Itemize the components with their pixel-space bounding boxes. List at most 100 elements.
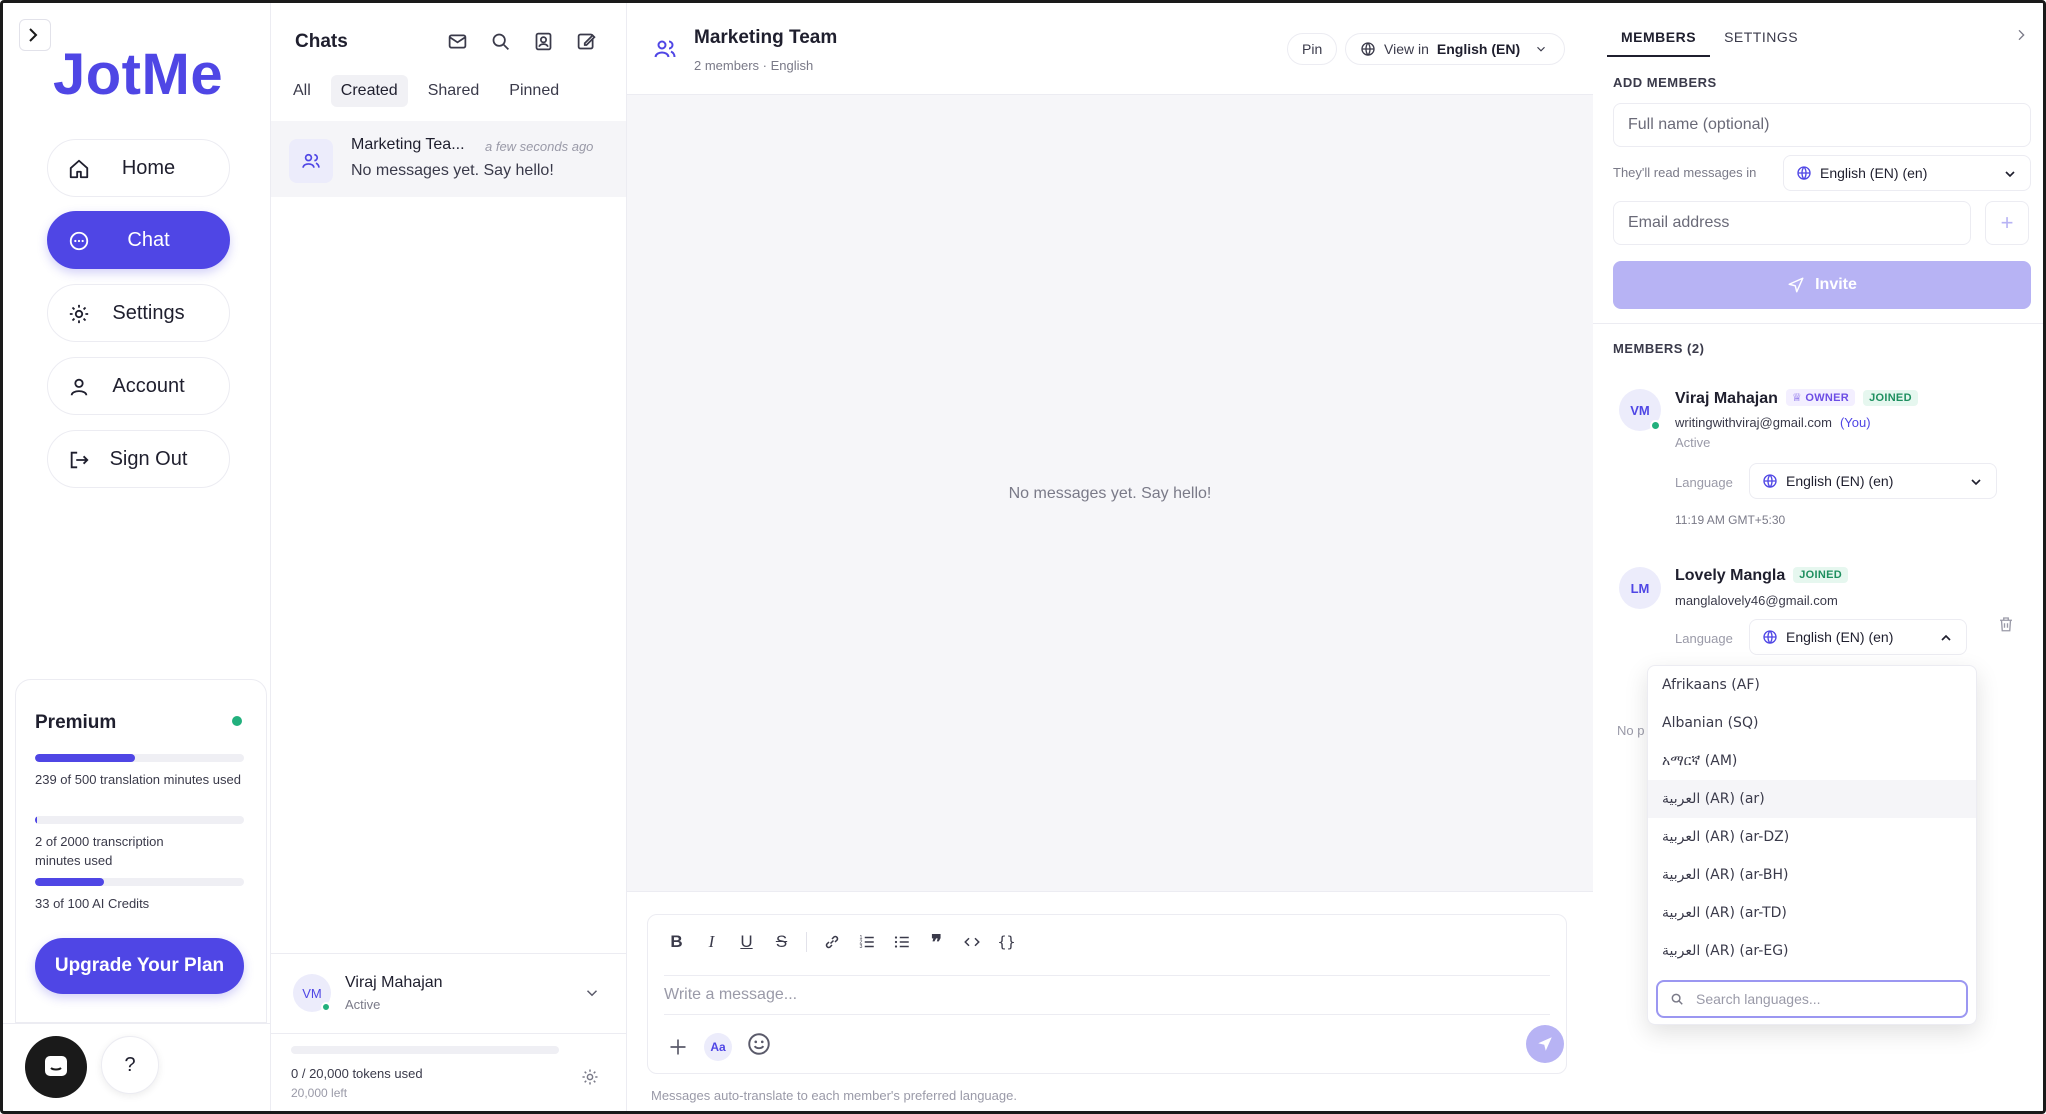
current-user-switcher[interactable]: VM Viraj Mahajan Active [271,953,626,1033]
invite-button[interactable]: Invite [1613,261,2031,309]
globe-icon [1361,42,1375,56]
bold-icon[interactable]: B [666,931,687,952]
avatar-initials: VM [1630,402,1650,418]
text-style-button[interactable]: Aa [704,1032,732,1061]
language-option[interactable]: العربية (AR) (ar-DZ) [1648,818,1976,856]
app-window: JotMe Home Chat Settings Account Sign Ou… [0,0,2046,1114]
sidebar-item-account[interactable]: Account [47,357,230,415]
search-icon[interactable] [490,31,511,52]
hidden-behind-dropdown-text: No p [1617,723,1645,738]
full-name-input[interactable] [1613,103,2031,147]
sidebar-item-label: Chat [127,228,170,251]
code-block-icon[interactable]: {} [996,931,1017,952]
filter-all[interactable]: All [283,75,321,107]
code-icon[interactable] [961,931,982,952]
add-email-button[interactable]: + [1985,201,2029,245]
tokens-left-text: 20,000 left [291,1086,348,1100]
sidebar-item-sign-out[interactable]: Sign Out [47,430,230,488]
composer-hint: Messages auto-translate to each member's… [651,1088,1017,1103]
joined-badge: JOINED [1863,390,1918,406]
filter-shared[interactable]: Shared [418,75,490,107]
section-divider [1593,323,2043,324]
language-option[interactable]: العربية (AR) (ar) [1648,780,1976,818]
tokens-used-text: 0 / 20,000 tokens used [291,1066,423,1081]
avatar-initials: VM [302,985,322,1001]
member-email-text: writingwithviraj@gmail.com [1675,415,1832,430]
globe-icon [1763,474,1777,488]
compose-icon[interactable] [576,31,597,52]
language-option[interactable]: አማርኛ (AM) [1648,742,1976,780]
language-search-input[interactable] [1696,991,1946,1007]
emoji-icon[interactable] [746,1031,772,1062]
tab-members[interactable]: MEMBERS [1607,19,1711,57]
chat-name: Marketing Tea... [351,136,465,153]
filter-pinned[interactable]: Pinned [499,75,569,107]
read-language-select[interactable]: English (EN) (en) [1783,155,2031,191]
avatar: VM [293,974,331,1012]
member-language-select[interactable]: English (EN) (en) [1749,619,1967,655]
upgrade-plan-button[interactable]: Upgrade Your Plan [35,938,244,994]
joined-badge: JOINED [1793,567,1849,583]
chevron-up-icon [1941,634,1951,641]
owner-badge: ♕ OWNER [1785,389,1856,406]
trash-icon[interactable] [1997,615,2015,633]
sidebar-item-label: Home [121,156,176,179]
plan-usage-card: Premium 239 of 500 translation minutes u… [15,679,267,1023]
format-toolbar: B I U S 123 ❞ {} [666,930,1017,954]
read-language-row: They'll read messages in English (EN) (e… [1613,155,2033,191]
transcription-usage-bar [35,816,244,824]
bullet-list-icon[interactable] [891,931,912,952]
sidebar-item-label: Account [112,374,185,397]
member-language-label: Language [1675,475,1733,490]
strikethrough-icon[interactable]: S [771,931,792,952]
sidebar-item-label: Sign Out [109,447,188,470]
group-icon [654,40,676,58]
usage-fill [35,754,135,762]
view-language-select[interactable]: View in English (EN) [1345,33,1565,65]
ordered-list-icon[interactable]: 123 [856,931,877,952]
avatar-initials: LM [1630,580,1650,596]
message-composer: B I U S 123 ❞ {} Aa [647,914,1567,1074]
quote-icon[interactable]: ❞ [926,930,947,954]
usage-fill [35,878,104,886]
support-chat-button[interactable] [25,1036,87,1098]
language-option[interactable]: العربية (AR) (ar-EG) [1648,932,1976,970]
contacts-icon[interactable] [533,31,554,52]
member-language-value: English (EN) (en) [1786,629,1894,645]
chevron-down-icon [586,990,598,997]
language-option[interactable]: العربية (AR) (ar-BH) [1648,856,1976,894]
chat-list-item[interactable]: Marketing Tea... a few seconds ago No me… [271,121,626,197]
attach-plus-icon[interactable] [666,1035,690,1059]
send-button[interactable] [1526,1025,1564,1063]
language-option[interactable]: العربية (AR) (ar-TD) [1648,894,1976,932]
help-button[interactable]: ? [101,1036,159,1094]
language-option[interactable]: Albanian (SQ) [1648,704,1976,742]
collapse-sidebar-button[interactable] [19,19,51,51]
tab-settings[interactable]: SETTINGS [1710,19,1812,57]
email-input[interactable] [1613,201,1971,245]
app-logo: JotMe [53,42,224,107]
nav-footer: ? [3,1023,271,1111]
pin-button[interactable]: Pin [1287,33,1338,65]
link-icon[interactable] [821,931,842,952]
sidebar-item-chat[interactable]: Chat [47,211,230,269]
sidebar-nav: JotMe Home Chat Settings Account Sign Ou… [3,3,271,1111]
crown-icon: ♕ [1791,392,1803,404]
token-usage: 0 / 20,000 tokens used 20,000 left [271,1033,626,1111]
underline-icon[interactable]: U [736,931,757,952]
filter-created[interactable]: Created [330,75,408,107]
composer-area: B I U S 123 ❞ {} Aa [627,891,1593,1111]
member-name: Lovely Mangla JOINED [1675,567,1849,585]
mail-icon[interactable] [447,31,468,52]
chevron-right-icon[interactable] [2013,27,2029,43]
group-icon [302,153,320,168]
gear-icon[interactable] [581,1068,599,1086]
member-language-select[interactable]: English (EN) (en) [1749,463,1997,499]
view-in-value: English (EN) [1436,41,1521,57]
language-option[interactable]: Afrikaans (AF) [1648,666,1976,704]
sidebar-item-settings[interactable]: Settings [47,284,230,342]
italic-icon[interactable]: I [701,931,722,952]
online-dot [1650,420,1661,431]
message-input[interactable] [664,975,1550,1015]
sidebar-item-home[interactable]: Home [47,139,230,197]
